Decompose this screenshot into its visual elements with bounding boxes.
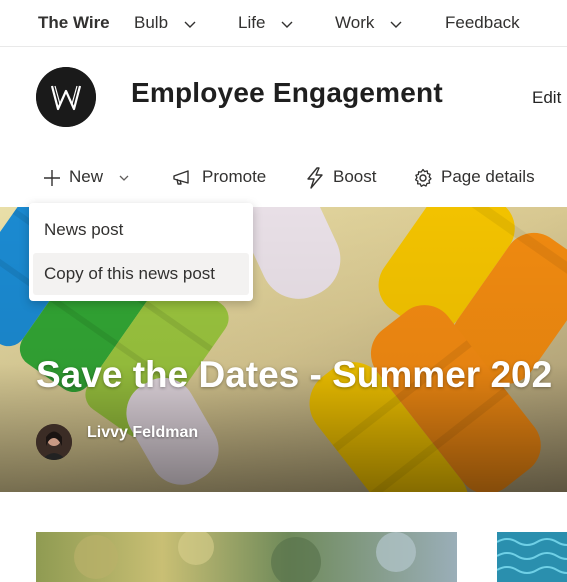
chevron-down-icon bbox=[119, 175, 129, 181]
page-details-button[interactable]: Page details bbox=[413, 160, 535, 194]
edit-button[interactable]: Edit bbox=[532, 88, 561, 108]
new-button-label: New bbox=[69, 167, 104, 186]
gear-icon bbox=[414, 168, 432, 187]
avatar[interactable] bbox=[36, 424, 72, 460]
nav-item-label: Life bbox=[238, 13, 266, 32]
site-name-link[interactable]: The Wire bbox=[38, 0, 110, 46]
site-logo[interactable] bbox=[36, 67, 96, 127]
news-card-image[interactable] bbox=[497, 532, 567, 582]
author-name[interactable]: Livvy Feldman bbox=[87, 424, 198, 442]
nav-item-label: Work bbox=[335, 13, 375, 32]
news-card-image[interactable] bbox=[36, 532, 457, 582]
hero-title[interactable]: Save the Dates - Summer 202 bbox=[36, 354, 552, 396]
menu-item-news-post[interactable]: News post bbox=[33, 209, 249, 251]
nav-item-feedback[interactable]: Feedback bbox=[445, 0, 520, 46]
chevron-down-icon bbox=[281, 21, 293, 28]
promote-button[interactable]: Promote bbox=[172, 160, 266, 194]
megaphone-icon bbox=[173, 169, 189, 185]
top-navigation: The Wire Bulb Life Work Feedback bbox=[0, 0, 567, 47]
nav-item-bulb[interactable]: Bulb bbox=[134, 0, 197, 46]
chevron-down-icon bbox=[184, 21, 196, 28]
boost-button[interactable]: Boost bbox=[305, 160, 376, 194]
nav-item-label: Feedback bbox=[445, 13, 520, 32]
news-card-thumbnail bbox=[36, 532, 457, 582]
w-logo-icon bbox=[36, 67, 96, 127]
nav-item-life[interactable]: Life bbox=[238, 0, 294, 46]
menu-item-copy-of-news-post[interactable]: Copy of this news post bbox=[33, 253, 249, 295]
promote-button-label: Promote bbox=[202, 167, 267, 186]
author-photo bbox=[36, 424, 72, 460]
chevron-down-icon bbox=[390, 21, 402, 28]
new-button[interactable]: New bbox=[43, 160, 130, 194]
news-card-thumbnail bbox=[497, 532, 567, 582]
nav-item-work[interactable]: Work bbox=[335, 0, 403, 46]
page-details-button-label: Page details bbox=[441, 167, 535, 186]
new-dropdown-menu: News post Copy of this news post bbox=[29, 203, 253, 301]
page-title: Employee Engagement bbox=[131, 77, 443, 108]
boost-button-label: Boost bbox=[333, 167, 377, 186]
lightning-icon bbox=[307, 166, 323, 189]
nav-item-label: Bulb bbox=[134, 13, 169, 32]
plus-icon bbox=[44, 169, 60, 186]
